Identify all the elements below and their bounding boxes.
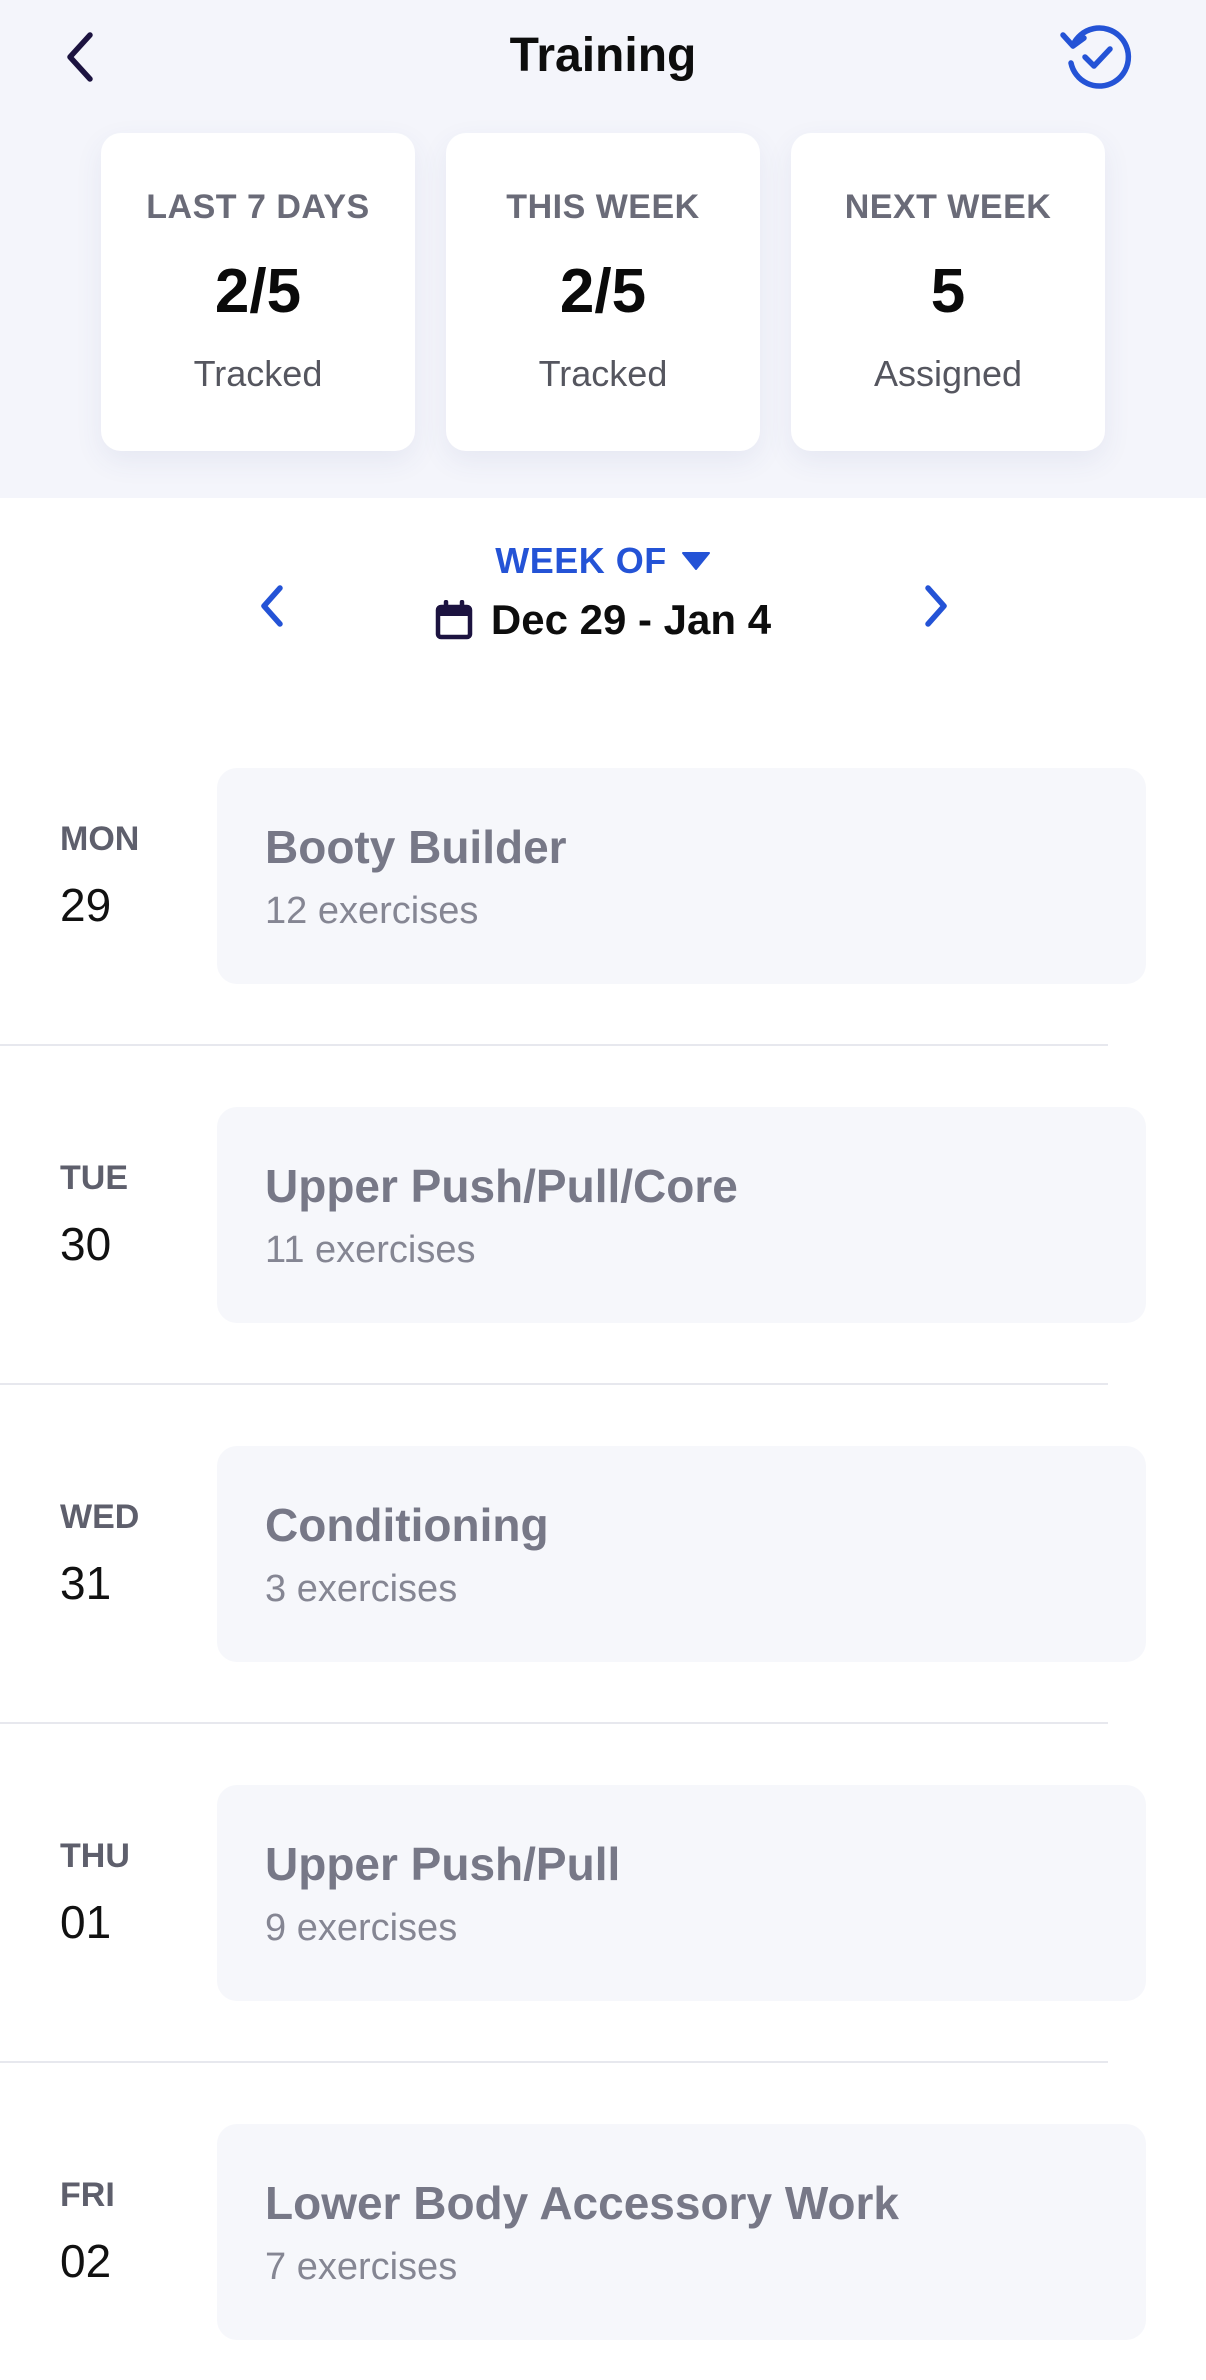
history-button[interactable] (1058, 18, 1136, 96)
workout-card[interactable]: Lower Body Accessory Work 7 exercises (217, 2124, 1146, 2340)
day-row-fri: FRI 02 Lower Body Accessory Work 7 exerc… (0, 2124, 1206, 2340)
stat-card-last-7-days: LAST 7 DAYS 2/5 Tracked (101, 133, 415, 451)
week-of-text: WEEK OF (495, 540, 667, 581)
week-of-label: WEEK OF (495, 540, 711, 582)
stat-label: LAST 7 DAYS (146, 188, 370, 226)
caret-down-icon (681, 552, 710, 570)
stat-label: THIS WEEK (506, 188, 700, 226)
stat-value: 2/5 (559, 257, 647, 326)
day-row-tue: TUE 30 Upper Push/Pull/Core 11 exercises (0, 1107, 1206, 1323)
stat-caption: Assigned (873, 353, 1023, 394)
stat-label: NEXT WEEK (844, 188, 1052, 226)
chevron-right-icon (925, 585, 947, 627)
stat-caption: Tracked (538, 353, 668, 394)
day-row-wed: WED 31 Conditioning 3 exercises (0, 1446, 1206, 1662)
workout-title: Upper Push/Pull (265, 1838, 621, 1890)
stat-value: 5 (930, 257, 966, 326)
stat-card-this-week: THIS WEEK 2/5 Tracked (446, 133, 760, 451)
workout-card[interactable]: Upper Push/Pull/Core 11 exercises (217, 1107, 1146, 1323)
stats-row: LAST 7 DAYS 2/5 Tracked THIS WEEK 2/5 Tr… (0, 133, 1206, 451)
stat-caption: Tracked (193, 353, 323, 394)
day-date: 02 (60, 2235, 112, 2287)
exercise-count: 3 exercises (265, 1568, 458, 1610)
exercise-count: 7 exercises (265, 2246, 458, 2288)
workout-card[interactable]: Upper Push/Pull 9 exercises (217, 1785, 1146, 2001)
day-name: WED (60, 1498, 140, 1536)
exercise-count: 9 exercises (265, 1907, 458, 1949)
week-selector[interactable]: WEEK OF Dec 29 - Jan 4 (0, 540, 1206, 645)
divider (0, 1722, 1108, 1724)
divider (0, 1383, 1108, 1385)
workout-title: Lower Body Accessory Work (265, 2177, 899, 2229)
clock-check-icon (1060, 25, 1132, 89)
stat-card-next-week: NEXT WEEK 5 Assigned (791, 133, 1105, 451)
day-name: TUE (60, 1159, 128, 1197)
day-row-thu: THU 01 Upper Push/Pull 9 exercises (0, 1785, 1206, 2001)
day-name: MON (60, 820, 140, 858)
workout-title: Upper Push/Pull/Core (265, 1160, 738, 1212)
header: Training (0, 0, 1206, 120)
day-name: THU (60, 1837, 130, 1875)
day-row-mon: MON 29 Booty Builder 12 exercises (0, 768, 1206, 984)
calendar-icon (435, 600, 473, 640)
exercise-count: 12 exercises (265, 890, 479, 932)
next-week-button[interactable] (906, 576, 966, 636)
day-name: FRI (60, 2176, 115, 2214)
summary-section: Training LAST 7 DAYS 2/5 Tracked THIS WE… (0, 0, 1206, 498)
page-title: Training (509, 29, 697, 82)
workout-title: Booty Builder (265, 821, 567, 873)
workout-card[interactable]: Conditioning 3 exercises (217, 1446, 1146, 1662)
day-date: 31 (60, 1557, 112, 1609)
week-range-text: Dec 29 - Jan 4 (490, 596, 772, 643)
week-range: Dec 29 - Jan 4 (435, 596, 771, 644)
week-navigator: WEEK OF Dec 29 - Jan 4 (0, 540, 1206, 670)
workout-card[interactable]: Booty Builder 12 exercises (217, 768, 1146, 984)
divider (0, 1044, 1108, 1046)
day-date: 01 (60, 1896, 112, 1948)
divider (0, 2061, 1108, 2063)
exercise-count: 11 exercises (265, 1229, 476, 1271)
day-date: 30 (60, 1218, 112, 1270)
stat-value: 2/5 (214, 257, 302, 326)
workout-title: Conditioning (265, 1499, 549, 1551)
day-date: 29 (60, 879, 112, 931)
